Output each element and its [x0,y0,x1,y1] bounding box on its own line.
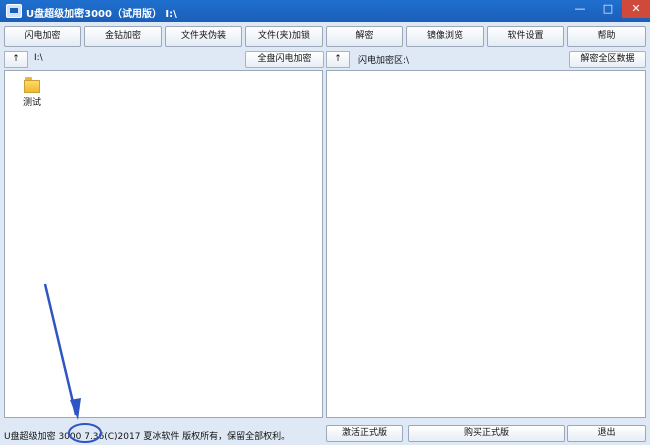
window-title: U盘超级加密3000（试用版） I:\ [26,9,177,20]
close-button[interactable]: ✕ [622,0,650,18]
left-file-pane[interactable]: 测试 [4,70,323,418]
settings-button[interactable]: 软件设置 [487,26,564,47]
left-path: I:\ [34,53,43,63]
right-path: 闪电加密区:\ [358,56,410,66]
status-bar: U盘超级加密 3000 7.36(C)2017 夏冰软件 版权所有，保留全部权利… [0,421,650,445]
toolbar: 闪电加密 金钻加密 文件夹伪装 文件(夹)加锁 解密 镜像浏览 软件设置 帮助 [0,22,650,48]
left-up-button[interactable]: ↑ [4,51,28,68]
folder-name: 测试 [22,98,41,108]
exit-button[interactable]: 退出 [567,425,646,442]
copyright-text: U盘超级加密 3000 7.36(C)2017 夏冰软件 版权所有，保留全部权利… [4,432,291,442]
file-lock-button[interactable]: 文件(夹)加锁 [245,26,323,47]
decrypt-button[interactable]: 解密 [326,26,403,47]
minimize-button[interactable]: — [566,0,594,18]
folder-item[interactable]: 测试 [17,77,47,108]
title-bar: U盘超级加密3000（试用版） I:\ — □ ✕ [0,0,650,22]
folder-disguise-button[interactable]: 文件夹伪装 [165,26,242,47]
folder-icon [24,77,40,93]
maximize-button[interactable]: □ [594,0,622,18]
help-button[interactable]: 帮助 [567,26,646,47]
buy-button[interactable]: 购买正式版 [408,425,565,442]
right-path-bar: ↑ 闪电加密区:\ 解密全区数据 [326,51,646,68]
image-browse-button[interactable]: 镜像浏览 [406,26,484,47]
activate-button[interactable]: 激活正式版 [326,425,403,442]
encrypted-area-pane[interactable] [326,70,646,418]
left-path-bar: ↑ I:\ 全盘闪电加密 [4,51,324,68]
diamond-encrypt-button[interactable]: 金钻加密 [84,26,162,47]
flash-encrypt-button[interactable]: 闪电加密 [4,26,81,47]
decrypt-all-data-button[interactable]: 解密全区数据 [569,51,646,68]
right-up-button[interactable]: ↑ [326,51,350,68]
app-icon [6,4,22,18]
full-disk-flash-encrypt-button[interactable]: 全盘闪电加密 [245,51,324,68]
